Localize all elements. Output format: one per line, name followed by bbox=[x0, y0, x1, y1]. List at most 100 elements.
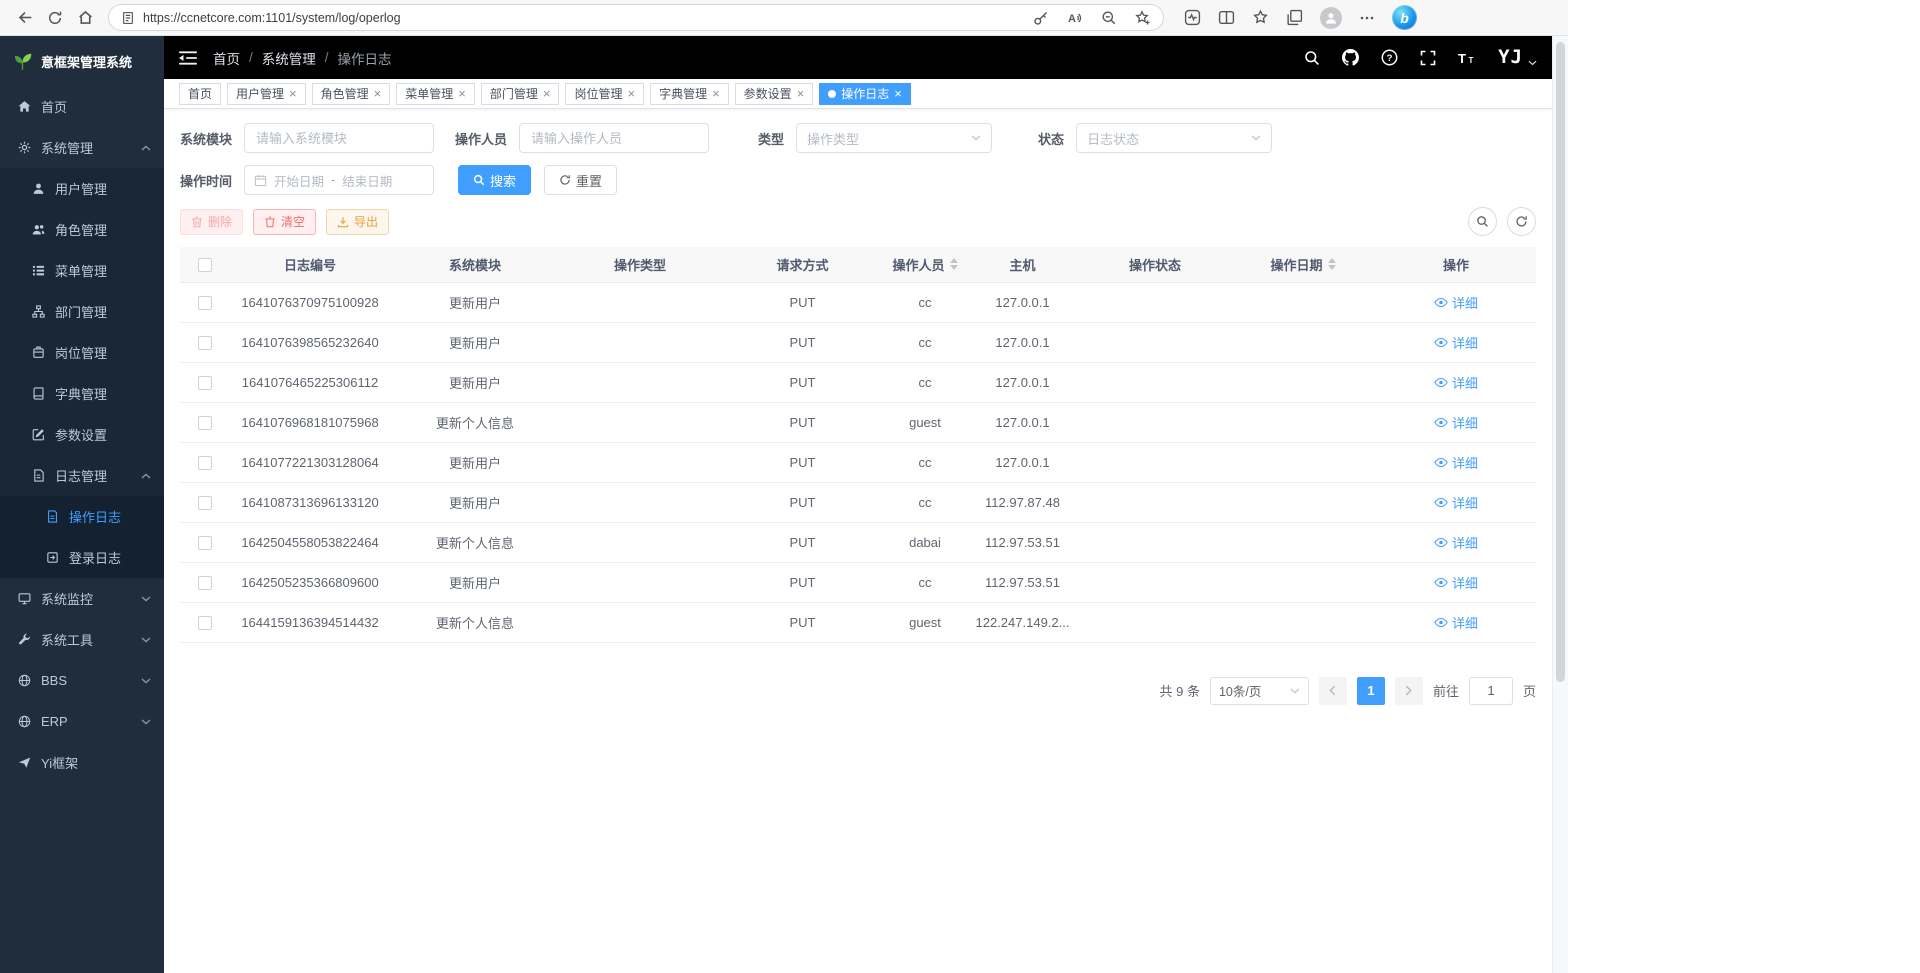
sidebar-item-system-monitor[interactable]: 系统监控 bbox=[0, 578, 164, 619]
page-size-select[interactable]: 10条/页 bbox=[1210, 677, 1309, 705]
sidebar-item-post-management[interactable]: 岗位管理 bbox=[0, 332, 164, 373]
split-screen-icon[interactable] bbox=[1218, 9, 1235, 26]
close-icon[interactable]: × bbox=[712, 87, 720, 100]
add-favorite-icon[interactable] bbox=[1135, 10, 1151, 26]
sidebar-item-menu-management[interactable]: 菜单管理 bbox=[0, 250, 164, 291]
row-checkbox[interactable] bbox=[198, 376, 212, 390]
sort-icon[interactable] bbox=[1328, 258, 1336, 270]
row-checkbox[interactable] bbox=[198, 416, 212, 430]
module-input[interactable] bbox=[244, 123, 434, 153]
detail-link[interactable]: 详细 bbox=[1434, 333, 1478, 352]
tab-menu-management[interactable]: 菜单管理× bbox=[396, 83, 475, 105]
column-header-operation-date[interactable]: 操作日期 bbox=[1230, 247, 1376, 282]
tab-post-management[interactable]: 岗位管理× bbox=[565, 83, 644, 105]
zoom-out-icon[interactable] bbox=[1101, 10, 1117, 26]
sidebar-item-system-tools[interactable]: 系统工具 bbox=[0, 619, 164, 660]
detail-link[interactable]: 详细 bbox=[1434, 533, 1478, 552]
close-icon[interactable]: × bbox=[627, 87, 635, 100]
tab-param-settings[interactable]: 参数设置× bbox=[735, 83, 814, 105]
tab-role-management[interactable]: 角色管理× bbox=[312, 83, 391, 105]
profile-avatar[interactable] bbox=[1320, 7, 1342, 29]
search-button[interactable]: 搜索 bbox=[458, 165, 531, 195]
row-checkbox[interactable] bbox=[198, 576, 212, 590]
search-icon[interactable] bbox=[1304, 50, 1320, 66]
font-size-icon[interactable]: TT bbox=[1458, 51, 1476, 65]
column-header-operator[interactable]: 操作人员 bbox=[885, 247, 965, 282]
collections-icon[interactable] bbox=[1286, 9, 1303, 26]
sidebar-item-operation-log[interactable]: 操作日志 bbox=[0, 496, 164, 537]
detail-link[interactable]: 详细 bbox=[1434, 293, 1478, 312]
sidebar-item-dict-management[interactable]: 字典管理 bbox=[0, 373, 164, 414]
close-icon[interactable]: × bbox=[797, 87, 805, 100]
tab-dept-management[interactable]: 部门管理× bbox=[481, 83, 560, 105]
reset-button[interactable]: 重置 bbox=[544, 165, 617, 195]
sidebar-item-home[interactable]: 首页 bbox=[0, 86, 164, 127]
sidebar-item-log-management[interactable]: 日志管理 bbox=[0, 455, 164, 496]
row-checkbox[interactable] bbox=[198, 616, 212, 630]
favorites-icon[interactable] bbox=[1252, 9, 1269, 26]
breadcrumb-item[interactable]: 首页 bbox=[213, 48, 240, 68]
page-scrollbar[interactable] bbox=[1552, 36, 1568, 973]
row-checkbox[interactable] bbox=[198, 456, 212, 470]
row-checkbox[interactable] bbox=[198, 336, 212, 350]
sidebar-item-role-management[interactable]: 角色管理 bbox=[0, 209, 164, 250]
user-avatar-logo[interactable]: YJ bbox=[1498, 48, 1537, 67]
browser-essentials-icon[interactable] bbox=[1184, 9, 1201, 26]
export-button[interactable]: 导出 bbox=[326, 209, 389, 235]
page-number-button[interactable]: 1 bbox=[1357, 677, 1385, 705]
clear-button[interactable]: 清空 bbox=[253, 209, 316, 235]
sidebar-item-erp[interactable]: ERP bbox=[0, 701, 164, 742]
delete-button[interactable]: 删除 bbox=[180, 209, 243, 235]
fullscreen-icon[interactable] bbox=[1420, 50, 1436, 66]
detail-link[interactable]: 详细 bbox=[1434, 493, 1478, 512]
app-logo[interactable]: 意框架管理系统 bbox=[0, 36, 164, 86]
operator-input[interactable] bbox=[519, 123, 709, 153]
read-aloud-icon[interactable]: A bbox=[1067, 10, 1083, 26]
tab-user-management[interactable]: 用户管理× bbox=[227, 83, 306, 105]
sidebar-item-user-management[interactable]: 用户管理 bbox=[0, 168, 164, 209]
help-icon[interactable]: ? bbox=[1381, 49, 1398, 66]
sidebar-item-bbs[interactable]: BBS bbox=[0, 660, 164, 701]
home-button[interactable] bbox=[70, 4, 100, 32]
goto-page-input[interactable] bbox=[1469, 677, 1513, 705]
sort-icon[interactable] bbox=[950, 258, 958, 270]
close-icon[interactable]: × bbox=[374, 87, 382, 100]
detail-link[interactable]: 详细 bbox=[1434, 573, 1478, 592]
status-select[interactable]: 日志状态 bbox=[1076, 123, 1272, 153]
breadcrumb-item[interactable]: 系统管理 bbox=[262, 48, 316, 68]
detail-link[interactable]: 详细 bbox=[1434, 613, 1478, 632]
detail-link[interactable]: 详细 bbox=[1434, 453, 1478, 472]
refresh-button[interactable] bbox=[40, 4, 70, 32]
next-page-button[interactable] bbox=[1395, 677, 1423, 705]
sidebar-item-dept-management[interactable]: 部门管理 bbox=[0, 291, 164, 332]
close-icon[interactable]: × bbox=[289, 87, 297, 100]
row-checkbox[interactable] bbox=[198, 496, 212, 510]
sidebar-item-param-settings[interactable]: 参数设置 bbox=[0, 414, 164, 455]
url-text[interactable]: https://ccnetcore.com:1101/system/log/op… bbox=[143, 11, 401, 25]
sidebar-item-yi-framework[interactable]: Yi框架 bbox=[0, 742, 164, 783]
tab-operation-log[interactable]: 操作日志× bbox=[819, 83, 911, 105]
scrollbar-thumb[interactable] bbox=[1556, 42, 1565, 682]
row-checkbox[interactable] bbox=[198, 296, 212, 310]
detail-link[interactable]: 详细 bbox=[1434, 373, 1478, 392]
date-range-picker[interactable]: 开始日期 - 结束日期 bbox=[244, 165, 434, 195]
detail-link[interactable]: 详细 bbox=[1434, 413, 1478, 432]
sidebar-item-system-management[interactable]: 系统管理 bbox=[0, 127, 164, 168]
address-bar[interactable]: https://ccnetcore.com:1101/system/log/op… bbox=[108, 4, 1164, 31]
type-select[interactable]: 操作类型 bbox=[796, 123, 992, 153]
bing-icon[interactable]: b bbox=[1392, 5, 1417, 30]
close-icon[interactable]: × bbox=[543, 87, 551, 100]
close-icon[interactable]: × bbox=[894, 87, 902, 100]
tab-dict-management[interactable]: 字典管理× bbox=[650, 83, 729, 105]
password-key-icon[interactable] bbox=[1033, 10, 1049, 26]
more-options-icon[interactable] bbox=[1359, 10, 1375, 26]
back-button[interactable] bbox=[10, 4, 40, 32]
page-info-icon[interactable] bbox=[121, 11, 135, 25]
row-checkbox[interactable] bbox=[198, 536, 212, 550]
select-all-checkbox[interactable] bbox=[198, 258, 212, 272]
refresh-table-button[interactable] bbox=[1507, 207, 1536, 236]
prev-page-button[interactable] bbox=[1319, 677, 1347, 705]
close-icon[interactable]: × bbox=[458, 87, 466, 100]
sidebar-item-login-log[interactable]: 登录日志 bbox=[0, 537, 164, 578]
tab-home[interactable]: 首页 bbox=[179, 83, 221, 105]
